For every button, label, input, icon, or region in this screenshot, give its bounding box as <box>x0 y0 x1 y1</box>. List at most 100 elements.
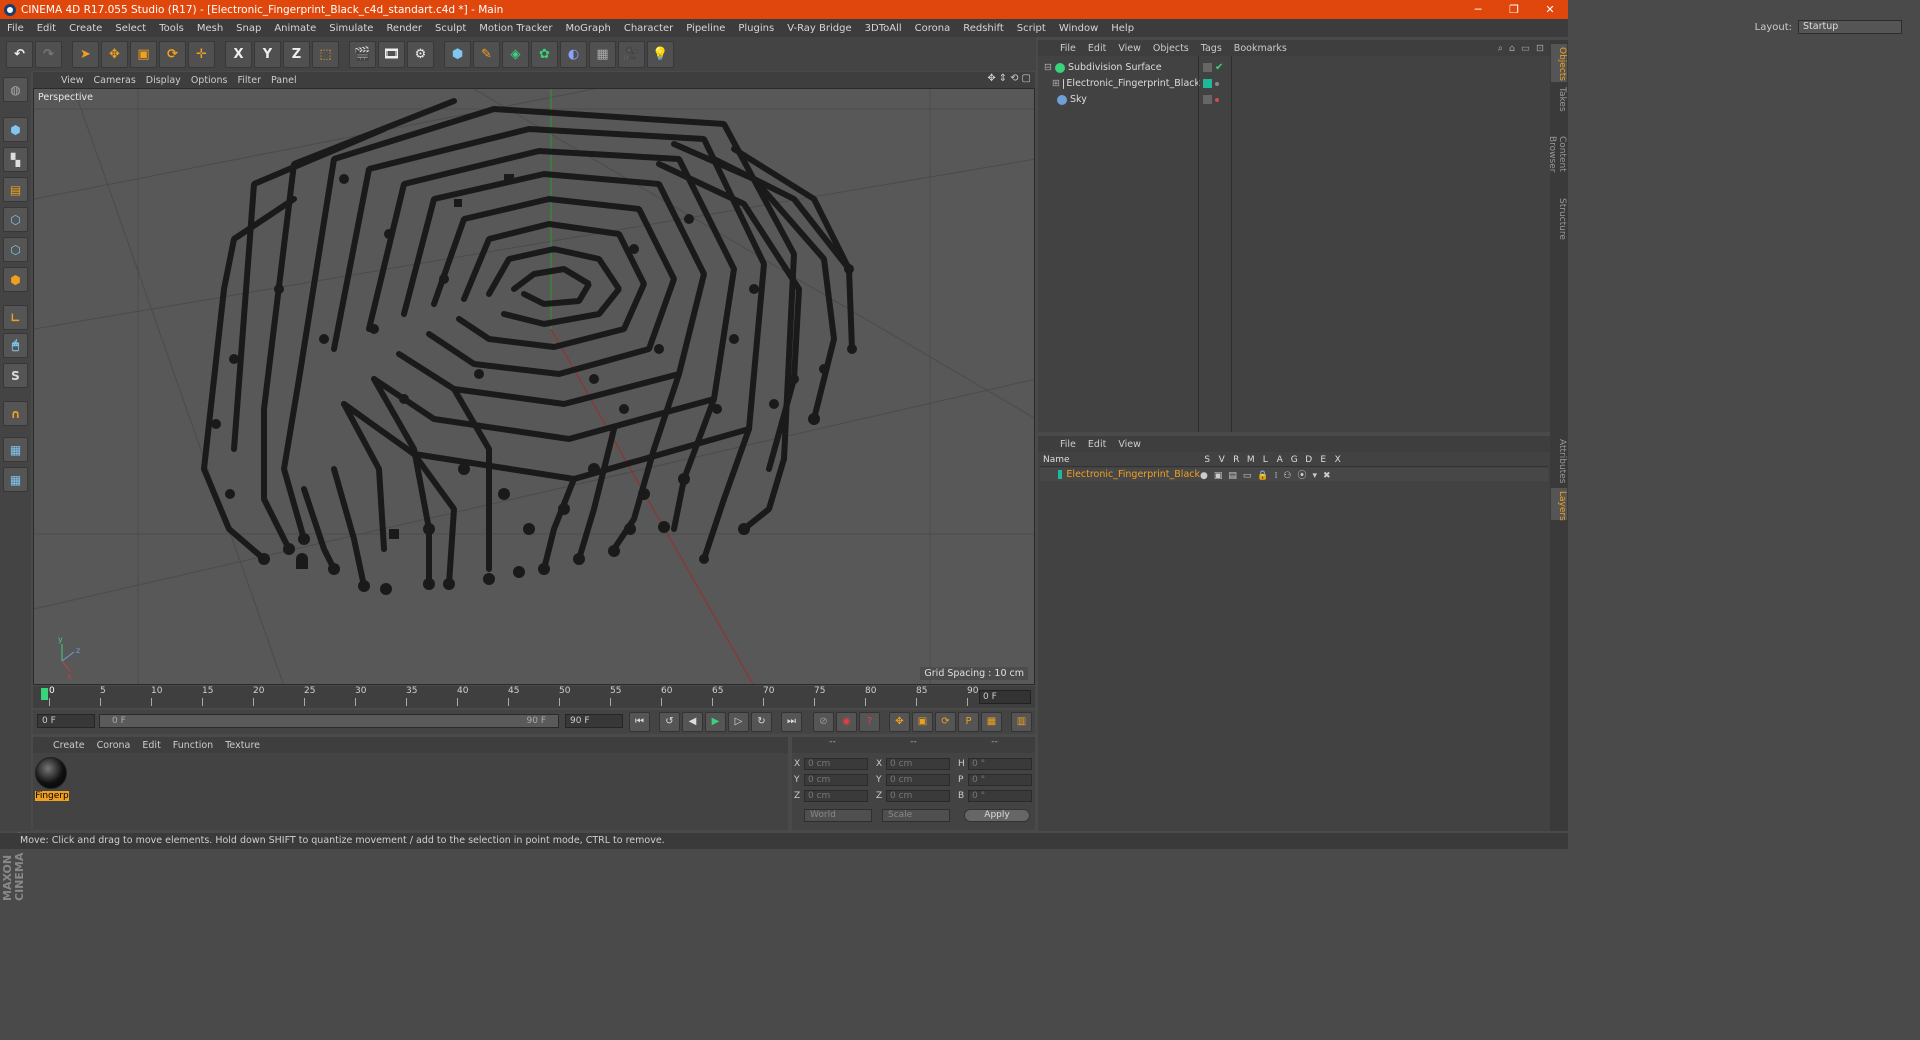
material-swatch[interactable]: Fingerp <box>35 757 69 801</box>
pan-icon[interactable]: ✥ <box>987 73 995 84</box>
rotation-p-field[interactable]: 0 ° <box>968 774 1032 786</box>
collapse-icon[interactable]: ⊟ <box>1044 62 1052 73</box>
render-picture-viewer-icon[interactable]: 🎞 <box>378 40 405 68</box>
om-menu-objects[interactable]: Objects <box>1153 43 1201 54</box>
menu-mograph[interactable]: MoGraph <box>558 23 616 34</box>
menu-plugins[interactable]: Plugins <box>731 23 780 34</box>
material-menu-create[interactable]: Create <box>53 740 97 751</box>
menu-animate[interactable]: Animate <box>267 23 322 34</box>
key-parameter-icon[interactable]: P <box>958 712 979 732</box>
viewport-menu-filter[interactable]: Filter <box>237 75 271 86</box>
visibility-dot[interactable] <box>1215 97 1219 102</box>
close-button[interactable]: ✕ <box>1532 0 1568 19</box>
floor-icon[interactable]: ▦ <box>589 40 616 68</box>
axis-x-button[interactable]: X <box>225 40 252 68</box>
lm-menu-file[interactable]: File <box>1060 439 1088 450</box>
menu-sculpt[interactable]: Sculpt <box>428 23 472 34</box>
position-x-field[interactable]: 0 cm <box>804 758 868 770</box>
subdivision-surface-icon[interactable]: ◈ <box>502 40 529 68</box>
new-window-icon[interactable]: ▭ <box>1521 43 1530 54</box>
tab-takes[interactable]: Takes <box>1551 84 1567 114</box>
magnet-icon[interactable]: ∩ <box>3 401 28 426</box>
menu-pipeline[interactable]: Pipeline <box>679 23 731 34</box>
expand-icon[interactable]: ⊞ <box>1052 78 1060 89</box>
rotation-h-field[interactable]: 0 ° <box>968 758 1032 770</box>
tab-objects[interactable]: Objects <box>1551 44 1567 82</box>
array-icon[interactable]: ✿ <box>531 40 558 68</box>
undo-icon[interactable]: ↶ <box>6 40 33 68</box>
rotation-b-field[interactable]: 0 ° <box>968 790 1032 802</box>
menu-snap[interactable]: Snap <box>229 23 267 34</box>
viewport-menu-display[interactable]: Display <box>146 75 191 86</box>
om-menu-tags[interactable]: Tags <box>1201 43 1234 54</box>
material-menu-corona[interactable]: Corona <box>97 740 143 751</box>
size-y-field[interactable]: 0 cm <box>886 774 950 786</box>
maximize-button[interactable]: ❐ <box>1496 0 1532 19</box>
object-row-sky[interactable]: Sky <box>1040 92 1548 107</box>
autokey-icon[interactable]: ◉ <box>836 712 857 732</box>
live-selection-icon[interactable]: ➤ <box>72 40 99 68</box>
render-view-icon[interactable]: 🎬 <box>349 40 376 68</box>
viewport-menu-panel[interactable]: Panel <box>271 75 307 86</box>
layout-dropdown[interactable]: Startup <box>1798 20 1902 34</box>
perspective-viewport[interactable]: y z x Perspective Grid Spacing : 10 cm <box>33 88 1035 685</box>
maximize-view-icon[interactable]: ▢ <box>1022 73 1031 84</box>
menu-window[interactable]: Window <box>1052 23 1104 34</box>
menu-corona[interactable]: Corona <box>908 23 957 34</box>
menu-tools[interactable]: Tools <box>152 23 190 34</box>
material-menu-texture[interactable]: Texture <box>225 740 272 751</box>
tab-attributes[interactable]: Attributes <box>1551 436 1567 484</box>
menu-3dtoall[interactable]: 3DToAll <box>858 23 908 34</box>
snap-icon[interactable]: S <box>3 363 28 388</box>
tab-structure[interactable]: Structure <box>1551 194 1567 244</box>
menu-file[interactable]: File <box>0 23 30 34</box>
grid-lock-icon[interactable]: ▦ <box>3 437 28 462</box>
goto-end-icon[interactable]: ⏭ <box>781 712 802 732</box>
menu-create[interactable]: Create <box>62 23 108 34</box>
goto-next-key-icon[interactable]: ↻ <box>751 712 772 732</box>
tweak-mode-icon[interactable]: 🖱 <box>3 333 28 358</box>
home-icon[interactable]: ⌂ <box>1509 43 1515 54</box>
axis-y-button[interactable]: Y <box>254 40 281 68</box>
frame-range-slider[interactable]: 0 F 90 F <box>99 714 559 728</box>
lock-icon[interactable]: ⊡ <box>1536 43 1544 54</box>
lm-menu-edit[interactable]: Edit <box>1088 439 1118 450</box>
end-frame-field[interactable]: 90 F <box>565 714 623 728</box>
redo-icon[interactable]: ↷ <box>35 40 62 68</box>
object-row-subdivision[interactable]: ⊟ Subdivision Surface ✔ <box>1040 60 1548 75</box>
points-mode-icon[interactable]: ⬡ <box>3 207 28 232</box>
record-keys-icon[interactable]: ⊘ <box>813 712 834 732</box>
menu-help[interactable]: Help <box>1104 23 1140 34</box>
dolly-icon[interactable]: ⇕ <box>999 73 1007 84</box>
texture-mode-icon[interactable]: ▚ <box>3 147 28 172</box>
menu-redshift[interactable]: Redshift <box>956 23 1010 34</box>
camera-icon[interactable]: 🎥 <box>618 40 645 68</box>
om-menu-bookmarks[interactable]: Bookmarks <box>1234 43 1299 54</box>
material-menu-edit[interactable]: Edit <box>142 740 172 751</box>
edges-mode-icon[interactable]: ⬡ <box>3 237 28 262</box>
size-x-field[interactable]: 0 cm <box>886 758 950 770</box>
coordinate-system-icon[interactable]: ⬚ <box>312 40 339 68</box>
apply-button[interactable]: Apply <box>964 809 1030 822</box>
search-icon[interactable]: ⌕ <box>1498 43 1503 54</box>
polygons-mode-icon[interactable]: ⬢ <box>3 267 28 292</box>
timeline-ruler[interactable]: 0 5 10 15 20 25 30 35 40 45 50 55 60 65 … <box>33 686 1035 708</box>
start-frame-field[interactable]: 0 F <box>37 714 95 728</box>
lm-menu-view[interactable]: View <box>1118 439 1153 450</box>
visibility-dot[interactable] <box>1215 81 1219 86</box>
playhead[interactable] <box>41 688 48 700</box>
coordinate-space-dropdown[interactable]: World <box>804 809 872 822</box>
menu-mesh[interactable]: Mesh <box>190 23 229 34</box>
key-pla-icon[interactable]: ▦ <box>981 712 1002 732</box>
menu-vray-bridge[interactable]: V-Ray Bridge <box>780 23 857 34</box>
menu-render[interactable]: Render <box>379 23 428 34</box>
step-forward-icon[interactable]: ▷ <box>728 712 749 732</box>
rotate-icon[interactable]: ⟳ <box>159 40 186 68</box>
menu-select[interactable]: Select <box>108 23 152 34</box>
enabled-check-icon[interactable]: ✔ <box>1215 62 1223 73</box>
om-menu-view[interactable]: View <box>1118 43 1153 54</box>
object-row-fingerprint[interactable]: ⊞ Electronic_Fingerprint_Black <box>1040 76 1548 91</box>
minimize-button[interactable]: ─ <box>1460 0 1496 19</box>
scale-icon[interactable]: ▣ <box>130 40 157 68</box>
step-back-icon[interactable]: ◀ <box>682 712 703 732</box>
